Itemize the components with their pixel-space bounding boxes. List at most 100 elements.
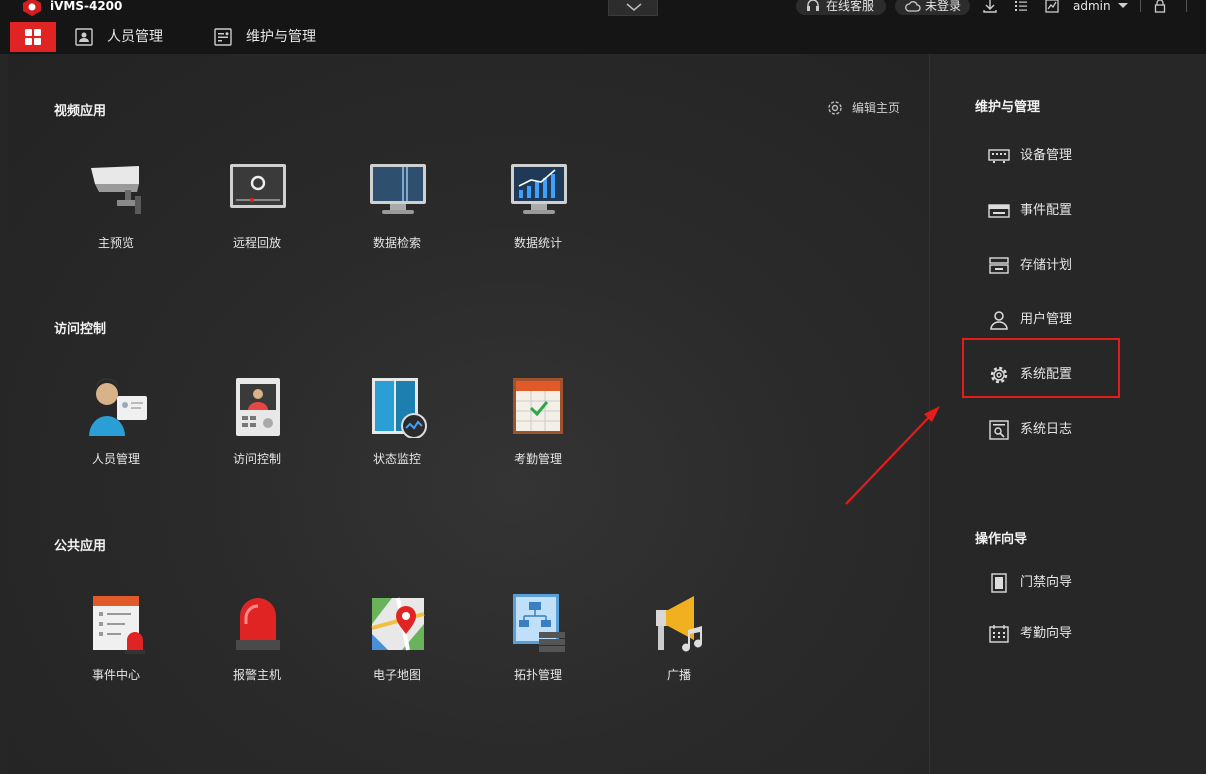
app-access-control[interactable]: 访问控制 <box>212 378 302 478</box>
gear-icon <box>828 101 842 115</box>
chevron-down-icon <box>626 3 642 11</box>
menu-item-maintenance[interactable]: 维护与管理 <box>214 22 316 52</box>
list-icon[interactable] <box>1013 0 1029 14</box>
ivms-logo-icon <box>23 0 41 16</box>
side-item-label: 考勤向导 <box>1020 626 1073 641</box>
title-bar: iVMS-4200 在线客服 未登录 admin <box>0 0 1206 16</box>
app-title: iVMS-4200 <box>50 0 123 13</box>
broadcast-icon <box>656 596 702 652</box>
map-pin-icon <box>371 597 425 651</box>
user-icon <box>990 311 1008 330</box>
home-button[interactable] <box>10 22 56 52</box>
side-item-label: 设备管理 <box>1020 148 1073 163</box>
collapse-dropdown-button[interactable] <box>608 0 658 16</box>
app-person-management[interactable]: 人员管理 <box>71 378 161 478</box>
side-item-storage-plan[interactable]: 存储计划 <box>988 254 1072 278</box>
online-service-button[interactable]: 在线客服 <box>796 0 886 15</box>
event-center-icon <box>93 596 145 654</box>
app-label: 状态监控 <box>372 452 421 466</box>
log-icon <box>989 420 1009 440</box>
app-data-search[interactable]: 数据检索 <box>352 162 442 262</box>
title-separator <box>1186 0 1187 12</box>
side-item-device-management[interactable]: 设备管理 <box>988 144 1072 168</box>
grid-icon <box>25 29 41 45</box>
side-title-maintenance: 维护与管理 <box>975 100 1041 115</box>
side-item-event-config[interactable]: 事件配置 <box>988 199 1072 223</box>
online-service-label: 在线客服 <box>826 0 875 13</box>
headset-icon <box>807 0 819 11</box>
person-card-icon <box>75 28 93 46</box>
app-label: 数据检索 <box>372 236 421 250</box>
app-status-monitor[interactable]: 状态监控 <box>352 378 442 478</box>
door-icon <box>991 573 1007 593</box>
storage-icon <box>989 257 1009 274</box>
intercom-icon <box>236 378 280 436</box>
app-label: 人员管理 <box>91 452 140 466</box>
menu-item-label: 人员管理 <box>107 29 163 45</box>
app-label: 远程回放 <box>232 236 281 250</box>
cloud-icon <box>905 1 921 12</box>
app-label: 报警主机 <box>232 668 281 682</box>
side-item-label: 用户管理 <box>1020 312 1073 327</box>
not-logged-in-label: 未登录 <box>925 0 962 13</box>
event-config-icon <box>988 204 1010 218</box>
download-icon[interactable] <box>982 0 998 14</box>
section-title-public: 公共应用 <box>54 539 107 554</box>
chart-icon[interactable] <box>1044 0 1060 14</box>
title-separator <box>1140 0 1141 12</box>
maintenance-side-panel: 维护与管理 设备管理 事件配置 存储计划 用户管理 系统配置 系统日志 操作向导… <box>929 54 1206 774</box>
side-title-guide: 操作向导 <box>975 532 1028 547</box>
person-id-icon <box>89 378 147 436</box>
annotation-arrow-icon <box>845 406 940 505</box>
side-item-user-management[interactable]: 用户管理 <box>988 308 1072 332</box>
maintenance-icon <box>214 28 232 46</box>
app-broadcast[interactable]: 广播 <box>634 594 724 694</box>
user-menu[interactable]: admin <box>1073 0 1111 14</box>
monitor-chart-icon <box>511 164 567 214</box>
side-item-system-log[interactable]: 系统日志 <box>988 418 1072 442</box>
side-item-door-guide[interactable]: 门禁向导 <box>988 571 1072 595</box>
section-title-access-control: 访问控制 <box>54 322 107 337</box>
monitor-search-icon <box>370 164 426 214</box>
app-label: 访问控制 <box>232 452 281 466</box>
side-item-label: 存储计划 <box>1020 258 1073 273</box>
app-label: 电子地图 <box>372 668 421 682</box>
side-item-label: 系统日志 <box>1020 422 1073 437</box>
menu-item-person-management[interactable]: 人员管理 <box>75 22 163 52</box>
home-main-panel: 编辑主页 视频应用 主预览 远程回放 数据检索 数据统计 访问控制 人员管理 访… <box>8 54 929 774</box>
menu-item-label: 维护与管理 <box>246 29 316 45</box>
app-label: 事件中心 <box>91 668 140 682</box>
app-alarm-host[interactable]: 报警主机 <box>212 594 302 694</box>
lock-icon[interactable] <box>1152 0 1168 14</box>
app-label: 广播 <box>666 668 691 682</box>
alarm-light-icon <box>236 598 280 650</box>
app-label: 主预览 <box>97 236 134 250</box>
app-label: 拓扑管理 <box>513 668 562 682</box>
side-item-label: 事件配置 <box>1020 203 1073 218</box>
app-attendance[interactable]: 考勤管理 <box>493 378 583 478</box>
camera-icon <box>91 166 141 214</box>
app-main-preview[interactable]: 主预览 <box>71 162 161 262</box>
caret-down-icon[interactable] <box>1115 0 1131 14</box>
app-remote-playback[interactable]: 远程回放 <box>212 162 302 262</box>
app-topology[interactable]: 拓扑管理 <box>493 594 583 694</box>
calendar-check-icon <box>513 378 563 434</box>
side-item-attendance-guide[interactable]: 考勤向导 <box>988 622 1072 646</box>
login-status-button[interactable]: 未登录 <box>895 0 970 15</box>
calendar-icon <box>989 625 1009 643</box>
topology-icon <box>513 594 565 652</box>
app-label: 数据统计 <box>513 236 562 250</box>
app-data-statistics[interactable]: 数据统计 <box>493 162 583 262</box>
side-item-label: 门禁向导 <box>1020 575 1073 590</box>
section-title-video: 视频应用 <box>54 104 107 119</box>
playback-icon <box>230 164 286 208</box>
app-e-map[interactable]: 电子地图 <box>352 594 442 694</box>
edit-home-label: 编辑主页 <box>852 101 901 115</box>
device-icon <box>988 149 1010 163</box>
menu-bar: 人员管理 维护与管理 <box>0 16 1206 54</box>
system-config-highlight-box <box>962 338 1120 398</box>
edit-home-button[interactable]: 编辑主页 <box>826 100 900 116</box>
app-label: 考勤管理 <box>513 452 562 466</box>
app-event-center[interactable]: 事件中心 <box>71 594 161 694</box>
door-monitor-icon <box>372 378 427 438</box>
